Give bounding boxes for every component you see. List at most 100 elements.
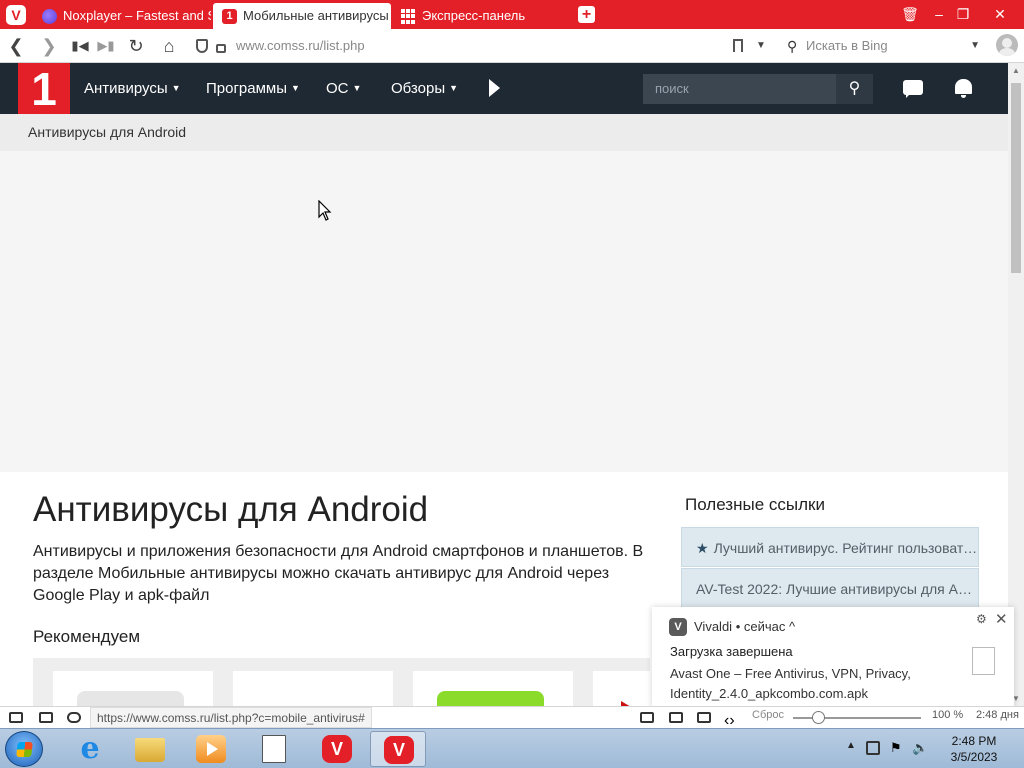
close-icon[interactable]: ✕ xyxy=(995,610,1008,628)
caret-down-icon: ▼ xyxy=(171,83,181,93)
tab-speed-dial[interactable]: Экспресс-панель xyxy=(392,3,572,29)
notification-app-name: Vivaldi xyxy=(694,619,733,634)
bing-search-input[interactable]: ⚲ Искать в Bing ▼ xyxy=(782,34,988,58)
browser-tab-bar: V Noxplayer – Fastest and Smooth Android… xyxy=(0,0,1024,29)
site-search-input[interactable]: поиск xyxy=(643,74,836,104)
taskbar-vivaldi[interactable]: V xyxy=(309,731,365,767)
chevron-down-icon[interactable]: ▼ xyxy=(756,34,766,58)
network-icon[interactable] xyxy=(866,741,880,755)
window-icon[interactable] xyxy=(669,712,683,723)
reload-icon[interactable]: ↻ xyxy=(125,34,147,58)
url-field[interactable]: www.comss.ru/list.php ▼ xyxy=(190,34,775,58)
start-button[interactable] xyxy=(5,731,43,767)
sidebar-link-avtest[interactable]: AV-Test 2022: Лучшие антивирусы для Andr… xyxy=(681,568,979,608)
search-icon: ⚲ xyxy=(787,38,798,54)
ad-placeholder xyxy=(0,151,1008,472)
cloud-sync-icon[interactable] xyxy=(67,712,81,723)
bell-icon[interactable] xyxy=(955,79,972,98)
tab-mobile-antivirus[interactable]: 1 Мобильные антивирусы для Android xyxy=(213,3,391,29)
breadcrumb-bar: Антивирусы для Android xyxy=(0,114,1008,151)
page-description: Антивирусы и приложения безопасности для… xyxy=(33,543,644,604)
fast-forward-icon[interactable]: ▶▮ xyxy=(95,34,117,58)
zoom-reset-label[interactable]: Сброс xyxy=(752,709,784,721)
menu-os[interactable]: ОС ▼ xyxy=(326,63,361,114)
caret-down-icon: ▼ xyxy=(352,83,362,93)
rewind-icon[interactable]: ▮◀ xyxy=(69,34,91,58)
page-title: Антивирусы для Android xyxy=(33,490,429,529)
camera-icon[interactable] xyxy=(640,712,654,723)
scroll-thumb[interactable] xyxy=(1011,83,1021,273)
menu-programs[interactable]: Программы ▼ xyxy=(206,63,300,114)
close-window-icon[interactable]: ✕ xyxy=(989,4,1011,24)
clock-time: 2:48 PM xyxy=(951,734,997,748)
site-search-button[interactable]: ⚲ xyxy=(836,74,873,104)
lock-icon[interactable] xyxy=(216,44,226,53)
code-icon[interactable]: ‹› xyxy=(724,712,738,729)
sidebar-link-text: AV-Test 2022: Лучшие антивирусы для Andr… xyxy=(696,581,979,597)
image-icon[interactable] xyxy=(697,712,711,723)
minimize-icon[interactable]: – xyxy=(928,4,950,24)
tab-noxplayer[interactable]: Noxplayer – Fastest and Smooth Android E… xyxy=(33,3,211,29)
scroll-up-icon[interactable]: ▲ xyxy=(1012,66,1020,75)
flag-icon[interactable]: ⚑ xyxy=(890,741,904,755)
recommend-card[interactable] xyxy=(413,671,573,706)
noxplayer-favicon-icon xyxy=(42,9,57,24)
tray-expand-icon[interactable]: ▲ xyxy=(846,740,856,751)
site-search-placeholder: поиск xyxy=(655,81,689,96)
taskbar-explorer[interactable] xyxy=(122,731,178,767)
menu-reviews[interactable]: Обзоры ▼ xyxy=(391,63,458,114)
taskbar-ie[interactable]: e xyxy=(62,731,118,767)
breadcrumb[interactable]: Антивирусы для Android xyxy=(28,114,186,150)
taskbar-vivaldi-active[interactable]: V xyxy=(370,731,426,767)
sidebar-link-text: Лучший антивирус. Рейтинг пользователей xyxy=(713,540,979,556)
site-header: 1 Антивирусы ▼ Программы ▼ ОС ▼ Обзоры ▼ пои… xyxy=(0,63,1008,115)
app-thumbnail xyxy=(257,691,364,706)
search-engine-dropdown-icon[interactable]: ▼ xyxy=(970,34,980,58)
panel-toggle-icon[interactable] xyxy=(9,712,23,723)
recommend-card[interactable] xyxy=(233,671,393,706)
forward-arrow-icon[interactable]: ❯ xyxy=(38,34,60,58)
recommend-heading: Рекомендуем xyxy=(33,627,141,646)
taskbar-media-player[interactable] xyxy=(183,731,239,767)
restore-icon[interactable]: ❐ xyxy=(952,4,974,24)
url-text: www.comss.ru/list.php xyxy=(236,38,365,53)
shield-icon[interactable] xyxy=(196,39,208,53)
recommend-carousel xyxy=(33,658,650,706)
recommend-card[interactable] xyxy=(593,671,650,706)
recommend-card[interactable] xyxy=(53,671,213,706)
windows-taskbar: e V V ▲ ⚑ 🔈 2:48 PM 3/5/2023 xyxy=(0,728,1024,768)
vivaldi-icon: V xyxy=(669,618,687,636)
gear-icon[interactable]: ⚙ xyxy=(976,612,987,626)
zoom-slider-handle[interactable] xyxy=(812,711,825,724)
vivaldi-icon: V xyxy=(384,736,414,764)
notification-body: Avast One – Free Antivirus, VPN, Privacy… xyxy=(670,666,911,701)
taskbar-clock[interactable]: 2:48 PM 3/5/2023 xyxy=(936,733,1012,765)
menu-more-arrow-icon[interactable] xyxy=(489,79,500,97)
notepad-icon xyxy=(262,735,286,763)
home-icon[interactable]: ⌂ xyxy=(158,34,180,58)
taskbar-notepad[interactable] xyxy=(246,731,302,767)
notification-time: • сейчас ^ xyxy=(735,619,796,634)
comss-favicon-icon: 1 xyxy=(222,9,237,24)
vivaldi-menu-icon[interactable]: V xyxy=(6,5,26,25)
notification-title: Загрузка завершена xyxy=(670,644,793,659)
internet-explorer-icon: e xyxy=(80,731,100,766)
chat-icon[interactable] xyxy=(903,80,923,98)
tab-tiling-icon[interactable] xyxy=(39,712,53,723)
speed-dial-grid-icon xyxy=(401,9,416,24)
trash-icon[interactable]: 🗑 xyxy=(899,4,921,24)
new-tab-plus-icon[interactable]: + xyxy=(578,6,595,23)
site-logo[interactable]: 1 xyxy=(18,63,70,115)
speaker-icon[interactable]: 🔈 xyxy=(912,741,928,755)
download-notification[interactable]: V Vivaldi • сейчас ^ ⚙ ✕ Загрузка заверш… xyxy=(652,607,1014,708)
tab-label: Мобильные антивирусы для Android xyxy=(243,8,391,23)
notification-app: Vivaldi • сейчас ^ xyxy=(694,619,795,634)
bookmark-icon[interactable] xyxy=(733,39,743,52)
menu-antivirus[interactable]: Антивирусы ▼ xyxy=(84,63,181,114)
sidebar-link-rating[interactable]: ★ Лучший антивирус. Рейтинг пользователей xyxy=(681,527,979,567)
tab-label: Noxplayer – Fastest and Smooth Android E… xyxy=(63,8,211,23)
profile-avatar[interactable] xyxy=(996,34,1018,56)
back-arrow-icon[interactable]: ❮ xyxy=(5,34,27,58)
status-link-url: https://www.comss.ru/list.php?c=mobile_a… xyxy=(90,707,372,728)
caret-down-icon: ▼ xyxy=(449,83,459,93)
